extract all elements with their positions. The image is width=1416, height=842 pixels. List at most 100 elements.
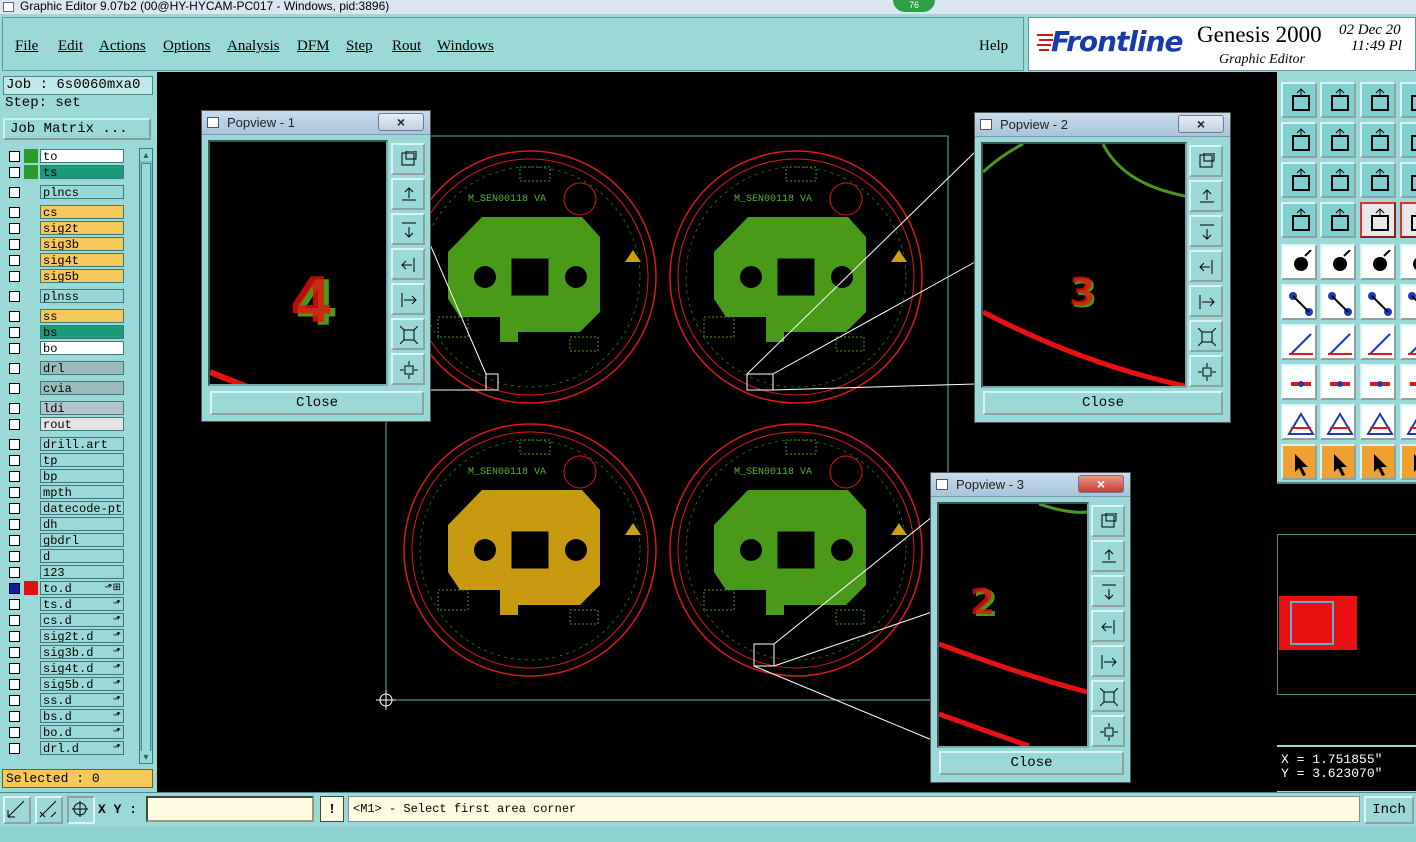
fit-all-icon[interactable]: [1281, 162, 1317, 198]
scroll-up-icon[interactable]: ▲: [140, 149, 152, 161]
layer-row[interactable]: rout: [5, 416, 125, 432]
popview-3-close-button[interactable]: Close: [939, 751, 1124, 775]
layer-name[interactable]: plncs: [40, 185, 124, 199]
layer-row[interactable]: bo.d ⬏: [5, 724, 125, 740]
layer-row[interactable]: bp: [5, 468, 125, 484]
layer-row[interactable]: sig2t.d ⬏: [5, 628, 125, 644]
snap-icon[interactable]: [35, 796, 63, 824]
home-icon[interactable]: [1360, 82, 1396, 118]
layer-name[interactable]: sig5b: [40, 269, 124, 283]
layer-color-swatch[interactable]: [24, 149, 38, 163]
layer-checkbox[interactable]: [9, 567, 20, 578]
layer-checkbox[interactable]: [9, 711, 20, 722]
popview-2-window[interactable]: Popview - 2 × 3 3 Close: [974, 112, 1231, 423]
resize-icon[interactable]: [1360, 364, 1396, 400]
pan-up-icon[interactable]: [1189, 180, 1223, 212]
layer-name[interactable]: ss: [40, 309, 124, 323]
layer-checkbox[interactable]: [9, 419, 20, 430]
popview-1-close-x-button[interactable]: ×: [378, 113, 424, 131]
layer-checkbox[interactable]: [9, 439, 20, 450]
layer-name[interactable]: sig3b: [40, 237, 124, 251]
connect-icon[interactable]: [1360, 284, 1396, 320]
popview-3-view[interactable]: 2 2: [937, 502, 1089, 748]
layer-row[interactable]: sig2t: [5, 220, 125, 236]
layer-name[interactable]: bp: [40, 469, 124, 483]
layer-color-swatch[interactable]: [24, 693, 38, 707]
layer-color-swatch[interactable]: [24, 661, 38, 675]
zoom-out-icon[interactable]: [1189, 320, 1223, 352]
layer-color-swatch[interactable]: [24, 381, 38, 395]
layer-row[interactable]: ldi: [5, 400, 125, 416]
arc-tool-icon[interactable]: [1360, 324, 1396, 360]
pan-right-icon[interactable]: [1189, 285, 1223, 317]
layer-name[interactable]: sig2t: [40, 221, 124, 235]
layer-color-swatch[interactable]: [24, 289, 38, 303]
menu-actions[interactable]: Actions: [99, 38, 146, 55]
layer-name[interactable]: rout: [40, 417, 124, 431]
popview-2-view[interactable]: 3 3: [981, 142, 1187, 388]
gate-icon[interactable]: [1360, 404, 1396, 440]
snap-red-icon[interactable]: [1400, 202, 1416, 238]
pan-down-icon[interactable]: [391, 213, 425, 245]
layer-color-swatch[interactable]: [24, 581, 38, 595]
layer-checkbox[interactable]: [9, 599, 20, 610]
menu-step[interactable]: Step: [346, 38, 373, 55]
layer-name[interactable]: cvia: [40, 381, 124, 395]
layer-color-swatch[interactable]: [24, 453, 38, 467]
layer-checkbox[interactable]: [9, 223, 20, 234]
layer-row[interactable]: dh: [5, 516, 125, 532]
layer-name[interactable]: to: [40, 149, 124, 163]
layer-name[interactable]: dh: [40, 517, 124, 531]
layer-checkbox[interactable]: [9, 695, 20, 706]
layer-row[interactable]: cvia: [5, 380, 125, 396]
popview-2-titlebar[interactable]: Popview - 2 ×: [975, 113, 1230, 137]
layer-color-swatch[interactable]: [24, 237, 38, 251]
layer-color-swatch[interactable]: [24, 341, 38, 355]
layer-checkbox[interactable]: [9, 487, 20, 498]
snap-tool-icon[interactable]: [1360, 202, 1396, 238]
layer-color-swatch[interactable]: [24, 565, 38, 579]
job-matrix-button[interactable]: Job Matrix ...: [3, 118, 151, 140]
layer-checkbox[interactable]: [9, 647, 20, 658]
layer-name[interactable]: tp: [40, 453, 124, 467]
layer-row[interactable]: sig3b.d ⬏: [5, 644, 125, 660]
layer-row[interactable]: cs: [5, 204, 125, 220]
layer-checkbox[interactable]: [9, 727, 20, 738]
layer-color-swatch[interactable]: [24, 517, 38, 531]
zoom-fit-icon[interactable]: [391, 353, 425, 385]
layer-color-swatch[interactable]: [24, 205, 38, 219]
more-icon[interactable]: [1400, 284, 1416, 320]
layer-name[interactable]: to.d ⬏⊞: [40, 581, 124, 595]
layer-name[interactable]: plnss: [40, 289, 124, 303]
pan-left-icon[interactable]: [1189, 250, 1223, 282]
menu-help[interactable]: Help: [979, 38, 1008, 55]
draw-line-icon[interactable]: [1320, 244, 1356, 280]
layer-row[interactable]: drl.d ⬏: [5, 740, 125, 756]
layer-color-swatch[interactable]: [24, 361, 38, 375]
menu-rout[interactable]: Rout: [392, 38, 421, 55]
layer-name[interactable]: ts.d ⬏: [40, 597, 124, 611]
layer-color-swatch[interactable]: [24, 597, 38, 611]
layer-row[interactable]: ss: [5, 308, 125, 324]
menu-options[interactable]: Options: [163, 38, 211, 55]
arc-triangle-icon[interactable]: [1320, 404, 1356, 440]
units-button[interactable]: Inch: [1364, 796, 1414, 824]
popview-1-window[interactable]: Popview - 1 × 4 4 Close: [201, 110, 431, 422]
layer-name[interactable]: drl.d ⬏: [40, 741, 124, 755]
fit-center-icon[interactable]: [1320, 162, 1356, 198]
layer-row[interactable]: to: [5, 148, 125, 164]
popview-2-close-x-button[interactable]: ×: [1178, 115, 1224, 133]
home-down-icon[interactable]: [1320, 82, 1356, 118]
layer-checkbox[interactable]: [9, 679, 20, 690]
layer-row[interactable]: drl: [5, 360, 125, 376]
layer-color-swatch[interactable]: [24, 401, 38, 415]
layer-row[interactable]: bo: [5, 340, 125, 356]
zoom-out-icon[interactable]: [391, 318, 425, 350]
layer-checkbox[interactable]: [9, 311, 20, 322]
popview-1-close-button[interactable]: Close: [210, 391, 424, 415]
pan-down-icon[interactable]: [1189, 215, 1223, 247]
layer-checkbox[interactable]: [9, 631, 20, 642]
layer-name[interactable]: datecode-pt: [40, 501, 124, 515]
pan-up-icon[interactable]: [391, 178, 425, 210]
layer-row[interactable]: sig5b: [5, 268, 125, 284]
